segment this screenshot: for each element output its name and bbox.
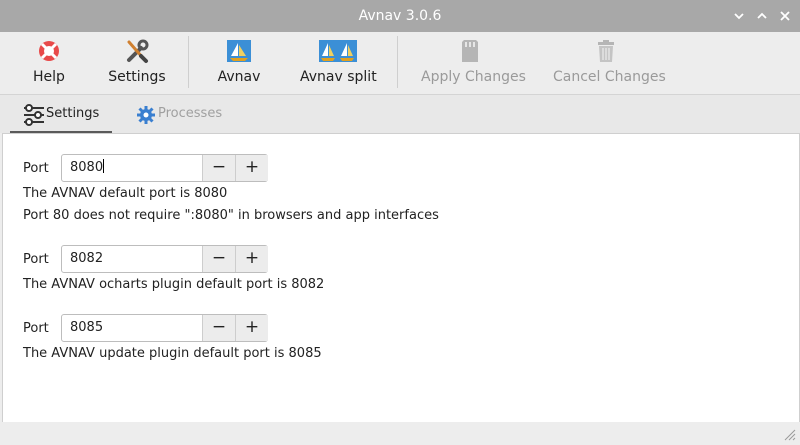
port-value: 8080 xyxy=(70,160,104,175)
decrement-button[interactable]: − xyxy=(202,155,235,181)
port-description: Port 80 does not require ":8080" in brow… xyxy=(23,208,439,223)
cancel-changes-label: Cancel Changes xyxy=(553,69,666,85)
tab-bar: Settings Processes xyxy=(0,94,800,134)
avnav-split-button[interactable]: Avnav split xyxy=(300,32,377,92)
tab-settings-label: Settings xyxy=(46,106,100,121)
minimize-icon[interactable] xyxy=(731,8,747,24)
apply-changes-button[interactable]: Apply Changes xyxy=(421,32,526,92)
toolbar: Help Settings Avnav Avnav split Apply Ch… xyxy=(0,32,800,92)
increment-button[interactable]: + xyxy=(235,315,268,341)
tools-icon xyxy=(123,38,151,64)
settings-panel: Port 8080 − + The AVNAV default port is … xyxy=(2,133,800,423)
sailboat-icon xyxy=(225,38,253,64)
port-spinbox[interactable]: 8085 − + xyxy=(61,314,268,342)
settings-label: Settings xyxy=(108,69,166,85)
split-sailboat-icon xyxy=(318,38,358,64)
toolbar-separator xyxy=(188,36,189,88)
help-label: Help xyxy=(33,69,65,85)
port-spinbox[interactable]: 8080 − + xyxy=(61,154,268,182)
settings-button[interactable]: Settings xyxy=(106,32,168,92)
status-bar xyxy=(0,422,800,444)
text-cursor xyxy=(103,159,105,173)
port-input[interactable]: 8080 xyxy=(62,155,210,181)
port-spinbox[interactable]: 8082 − + xyxy=(61,245,268,273)
title-bar: Avnav 3.0.6 xyxy=(0,0,800,32)
toolbar-separator xyxy=(397,36,398,88)
sd-card-icon xyxy=(456,38,484,64)
tab-processes-label: Processes xyxy=(158,106,223,121)
port-label: Port xyxy=(23,161,49,176)
trash-icon xyxy=(592,38,620,64)
increment-button[interactable]: + xyxy=(235,155,268,181)
apply-changes-label: Apply Changes xyxy=(421,69,526,85)
port-input[interactable]: 8085 xyxy=(62,315,210,341)
port-label: Port xyxy=(23,321,49,336)
window-title: Avnav 3.0.6 xyxy=(358,8,442,24)
avnav-button[interactable]: Avnav xyxy=(214,32,264,92)
close-icon[interactable] xyxy=(777,8,793,24)
lifebuoy-icon xyxy=(35,38,63,64)
avnav-split-label: Avnav split xyxy=(300,69,377,85)
port-description: The AVNAV default port is 8080 xyxy=(23,186,228,201)
increment-button[interactable]: + xyxy=(235,246,268,272)
decrement-button[interactable]: − xyxy=(202,246,235,272)
port-description: The AVNAV update plugin default port is … xyxy=(23,346,322,361)
sliders-icon xyxy=(22,104,46,126)
gear-icon xyxy=(134,104,158,126)
tab-settings[interactable]: Settings xyxy=(10,95,112,134)
port-input[interactable]: 8082 xyxy=(62,246,210,272)
cancel-changes-button[interactable]: Cancel Changes xyxy=(553,32,666,92)
decrement-button[interactable]: − xyxy=(202,315,235,341)
port-label: Port xyxy=(23,252,49,267)
maximize-icon[interactable] xyxy=(754,8,770,24)
app-window: Avnav 3.0.6 Help Settings Avnav Avnav sp… xyxy=(0,0,800,444)
port-description: The AVNAV ocharts plugin default port is… xyxy=(23,277,325,292)
resize-grip-icon[interactable] xyxy=(782,427,796,441)
avnav-label: Avnav xyxy=(217,69,261,85)
tab-processes[interactable]: Processes xyxy=(124,95,234,131)
help-button[interactable]: Help xyxy=(22,32,76,92)
